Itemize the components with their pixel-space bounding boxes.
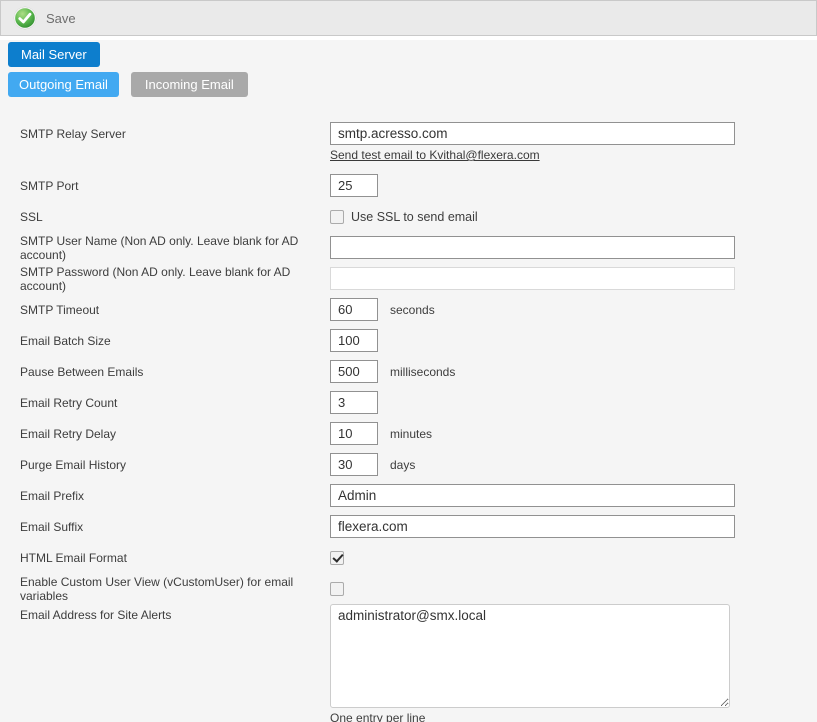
pause-between-emails-unit: milliseconds — [390, 365, 455, 379]
email-suffix-input[interactable] — [330, 515, 735, 538]
ssl-label: SSL — [20, 210, 330, 224]
site-alerts-textarea[interactable]: administrator@smx.local — [330, 604, 730, 708]
smtp-timeout-input[interactable] — [330, 298, 378, 321]
smtp-timeout-label: SMTP Timeout — [20, 303, 330, 317]
smtp-user-input[interactable] — [330, 236, 735, 259]
email-retry-delay-label: Email Retry Delay — [20, 427, 330, 441]
smtp-timeout-unit: seconds — [390, 303, 435, 317]
email-retry-count-input[interactable] — [330, 391, 378, 414]
form-row-email-retry-delay: Email Retry Delay minutes — [0, 418, 817, 449]
email-batch-size-label: Email Batch Size — [20, 334, 330, 348]
html-email-format-label: HTML Email Format — [20, 551, 330, 565]
form-row-smtp-relay: SMTP Relay Server Send test email to Kvi… — [0, 122, 817, 170]
custom-user-view-checkbox[interactable] — [330, 582, 344, 596]
purge-email-history-input[interactable] — [330, 453, 378, 476]
form-row-smtp-port: SMTP Port — [0, 170, 817, 201]
form-row-purge-email-history: Purge Email History days — [0, 449, 817, 480]
form-row-pause-between-emails: Pause Between Emails milliseconds — [0, 356, 817, 387]
custom-user-view-label: Enable Custom User View (vCustomUser) fo… — [20, 575, 330, 603]
smtp-user-label: SMTP User Name (Non AD only. Leave blank… — [20, 234, 330, 262]
email-prefix-label: Email Prefix — [20, 489, 330, 503]
tab-incoming-email[interactable]: Incoming Email — [131, 72, 248, 97]
form-row-smtp-password: SMTP Password (Non AD only. Leave blank … — [0, 263, 817, 294]
ssl-checkbox[interactable] — [330, 210, 344, 224]
pause-between-emails-input[interactable] — [330, 360, 378, 383]
form-row-custom-user-view: Enable Custom User View (vCustomUser) fo… — [0, 573, 817, 604]
form-row-email-batch-size: Email Batch Size — [0, 325, 817, 356]
email-suffix-label: Email Suffix — [20, 520, 330, 534]
settings-panel: Mail Server Outgoing Email Incoming Emai… — [0, 40, 817, 722]
smtp-password-input[interactable] — [330, 267, 735, 290]
form-row-email-suffix: Email Suffix — [0, 511, 817, 542]
html-email-format-checkbox[interactable] — [330, 551, 344, 565]
smtp-port-input[interactable] — [330, 174, 378, 197]
form-row-email-prefix: Email Prefix — [0, 480, 817, 511]
email-retry-delay-unit: minutes — [390, 427, 432, 441]
pause-between-emails-label: Pause Between Emails — [20, 365, 330, 379]
ssl-checkbox-label: Use SSL to send email — [351, 210, 478, 224]
send-test-email-link[interactable]: Send test email to Kvithal@flexera.com — [330, 148, 540, 162]
form-row-site-alerts: Email Address for Site Alerts administra… — [0, 604, 817, 722]
form-row-ssl: SSL Use SSL to send email — [0, 201, 817, 232]
site-alerts-label: Email Address for Site Alerts — [20, 604, 330, 622]
toolbar: Save — [0, 0, 817, 36]
form-row-html-email-format: HTML Email Format — [0, 542, 817, 573]
site-alerts-note: One entry per line — [330, 711, 730, 722]
smtp-password-label: SMTP Password (Non AD only. Leave blank … — [20, 265, 330, 293]
purge-email-history-label: Purge Email History — [20, 458, 330, 472]
outgoing-email-form: SMTP Relay Server Send test email to Kvi… — [0, 122, 817, 722]
save-label: Save — [46, 11, 76, 26]
save-check-icon — [13, 6, 37, 30]
smtp-relay-input[interactable] — [330, 122, 735, 145]
form-row-email-retry-count: Email Retry Count — [0, 387, 817, 418]
tab-outgoing-email[interactable]: Outgoing Email — [8, 72, 119, 97]
email-batch-size-input[interactable] — [330, 329, 378, 352]
email-retry-delay-input[interactable] — [330, 422, 378, 445]
purge-email-history-unit: days — [390, 458, 415, 472]
form-row-smtp-timeout: SMTP Timeout seconds — [0, 294, 817, 325]
email-retry-count-label: Email Retry Count — [20, 396, 330, 410]
form-row-smtp-user: SMTP User Name (Non AD only. Leave blank… — [0, 232, 817, 263]
email-prefix-input[interactable] — [330, 484, 735, 507]
smtp-port-label: SMTP Port — [20, 179, 330, 193]
smtp-relay-label: SMTP Relay Server — [20, 122, 330, 141]
save-button[interactable]: Save — [13, 6, 76, 30]
tab-mail-server[interactable]: Mail Server — [8, 42, 100, 67]
